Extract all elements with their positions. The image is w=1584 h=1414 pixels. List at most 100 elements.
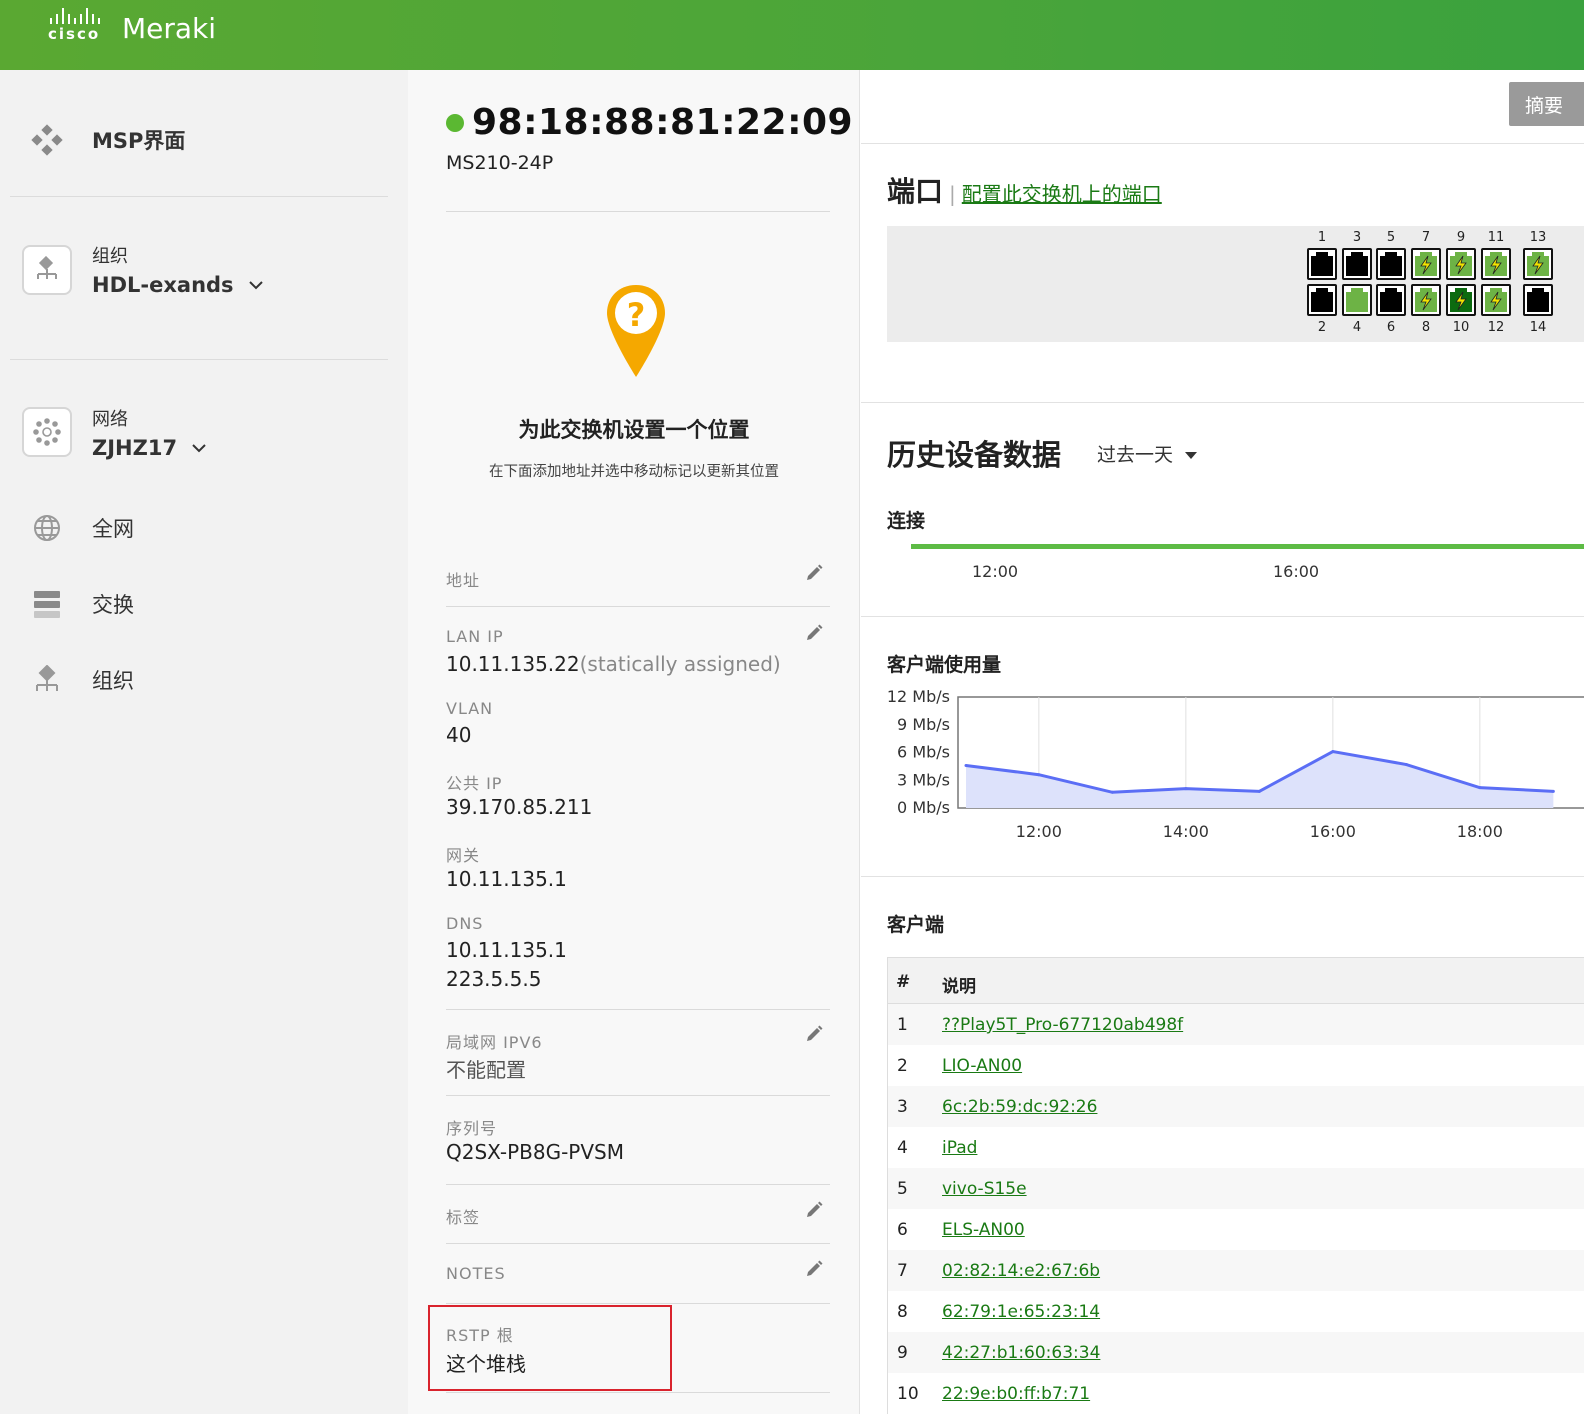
connectivity-bar[interactable] bbox=[911, 544, 1584, 549]
serial-value: Q2SX-PB8G-PVSM bbox=[446, 1140, 624, 1164]
port-1[interactable] bbox=[1307, 248, 1337, 280]
data-point bbox=[1331, 750, 1335, 754]
data-point bbox=[1551, 789, 1555, 793]
cisco-meraki-logo[interactable]: cisco Meraki bbox=[48, 8, 216, 45]
port-14[interactable] bbox=[1523, 284, 1553, 316]
sidebar-item-label: 组织 bbox=[92, 669, 134, 693]
summary-button[interactable]: 摘要 bbox=[1509, 82, 1584, 126]
data-point bbox=[1478, 786, 1482, 790]
table-header: # 说明 bbox=[888, 958, 1584, 1004]
y-tick-label: 0 Mb/s bbox=[897, 798, 950, 817]
time-range-dropdown[interactable]: 过去一天 bbox=[1097, 440, 1198, 467]
port-number-label: 12 bbox=[1487, 320, 1505, 335]
table-row[interactable]: 2 LIO-AN00 bbox=[888, 1045, 1584, 1086]
time-range-value: 过去一天 bbox=[1097, 444, 1174, 466]
sidebar-item-label: 全网 bbox=[92, 517, 134, 541]
table-row[interactable]: 7 02:82:14:e2:67:6b bbox=[888, 1250, 1584, 1291]
sidebar-item-network-wide[interactable]: 全网 bbox=[0, 508, 408, 548]
divider bbox=[446, 1303, 830, 1304]
divider bbox=[446, 606, 830, 607]
port-number-label: 14 bbox=[1529, 320, 1547, 335]
poe-port-icon bbox=[1450, 252, 1472, 276]
table-row[interactable]: 9 42:27:b1:60:63:34 bbox=[888, 1332, 1584, 1373]
column-header-description[interactable]: 说明 bbox=[942, 972, 976, 997]
port-9[interactable] bbox=[1446, 248, 1476, 280]
dns-value-primary: 10.11.135.1 bbox=[446, 938, 567, 962]
configure-ports-link[interactable]: 配置此交换机上的端口 bbox=[962, 178, 1162, 207]
edit-notes-pencil-icon[interactable] bbox=[804, 1259, 824, 1279]
sidebar-item-label: MSP界面 bbox=[92, 129, 186, 153]
data-point bbox=[964, 763, 968, 767]
port-6[interactable] bbox=[1376, 284, 1406, 316]
gateway-label: 网关 bbox=[446, 846, 481, 865]
client-number: 10 bbox=[897, 1384, 919, 1404]
edit-tags-pencil-icon[interactable] bbox=[804, 1200, 824, 1220]
network-name: ZJHZ17 bbox=[92, 436, 178, 460]
client-number: 8 bbox=[897, 1302, 908, 1322]
client-link[interactable]: 22:9e:b0:ff:b7:71 bbox=[942, 1384, 1090, 1404]
edit-ipv6-pencil-icon[interactable] bbox=[804, 1024, 824, 1044]
msp-icon bbox=[28, 121, 66, 159]
cisco-wordmark: cisco bbox=[48, 25, 101, 43]
port-number-label: 2 bbox=[1317, 320, 1327, 335]
table-row[interactable]: 10 22:9e:b0:ff:b7:71 bbox=[888, 1373, 1584, 1414]
data-point bbox=[1257, 789, 1261, 793]
client-link[interactable]: 42:27:b1:60:63:34 bbox=[942, 1343, 1100, 1363]
client-usage-chart[interactable]: 12:00 14:00 16:00 18:00 12 Mb/s 9 Mb/s 6 Mb/s 3… bbox=[861, 680, 1584, 840]
table-row[interactable]: 8 62:79:1e:65:23:14 bbox=[888, 1291, 1584, 1332]
divider bbox=[861, 402, 1584, 403]
client-link[interactable]: iPad bbox=[942, 1138, 977, 1158]
client-link[interactable]: LIO-AN00 bbox=[942, 1056, 1022, 1076]
port-10[interactable] bbox=[1446, 284, 1476, 316]
location-title: 为此交换机设置一个位置 bbox=[518, 418, 750, 442]
table-row[interactable]: 5 vivo-S15e bbox=[888, 1168, 1584, 1209]
port-3[interactable] bbox=[1342, 248, 1372, 280]
client-link[interactable]: vivo-S15e bbox=[942, 1179, 1027, 1199]
ethernet-port-icon bbox=[1346, 288, 1368, 312]
table-row[interactable]: 6 ELS-AN00 bbox=[888, 1209, 1584, 1250]
column-header-number[interactable]: # bbox=[896, 972, 910, 992]
client-link[interactable]: ??Play5T_Pro-677120ab498f bbox=[942, 1015, 1183, 1035]
client-link[interactable]: ELS-AN00 bbox=[942, 1220, 1025, 1240]
sidebar-item-organization[interactable]: 组织 bbox=[0, 660, 408, 700]
client-link[interactable]: 6c:2b:59:dc:92:26 bbox=[942, 1097, 1097, 1117]
location-pin-icon[interactable]: ? bbox=[604, 282, 668, 380]
sidebar-item-msp[interactable]: MSP界面 bbox=[0, 120, 408, 160]
divider bbox=[446, 1095, 830, 1096]
y-tick-label: 3 Mb/s bbox=[897, 770, 950, 789]
edit-address-pencil-icon[interactable] bbox=[804, 563, 824, 583]
divider bbox=[861, 876, 1584, 877]
port-8[interactable] bbox=[1411, 284, 1441, 316]
port-5[interactable] bbox=[1376, 248, 1406, 280]
divider bbox=[10, 196, 388, 197]
dns-label: DNS bbox=[446, 914, 484, 933]
clients-table: # 说明 1 ??Play5T_Pro-677120ab498f 2 LIO-AN00… bbox=[887, 957, 1584, 1414]
table-row[interactable]: 4 iPad bbox=[888, 1127, 1584, 1168]
sidebar-item-switch[interactable]: 交换 bbox=[0, 584, 408, 624]
public-ip-label: 公共 IP bbox=[446, 774, 503, 793]
y-tick-label: 6 Mb/s bbox=[897, 743, 950, 762]
port-4[interactable] bbox=[1342, 284, 1372, 316]
poe-port-icon bbox=[1485, 288, 1507, 312]
x-tick-label: 18:00 bbox=[1457, 822, 1503, 840]
sidebar-item-label: 交换 bbox=[92, 593, 134, 617]
client-link[interactable]: 62:79:1e:65:23:14 bbox=[942, 1302, 1100, 1322]
history-title: 历史设备数据 bbox=[887, 438, 1062, 472]
lan-ip-value: 10.11.135.22(statically assigned) bbox=[446, 652, 781, 676]
edit-lan-ip-pencil-icon[interactable] bbox=[804, 623, 824, 643]
port-2[interactable] bbox=[1307, 284, 1337, 316]
port-11[interactable] bbox=[1481, 248, 1511, 280]
client-number: 6 bbox=[897, 1220, 908, 1240]
port-7[interactable] bbox=[1411, 248, 1441, 280]
divider bbox=[861, 143, 1584, 144]
table-row[interactable]: 3 6c:2b:59:dc:92:26 bbox=[888, 1086, 1584, 1127]
public-ip-value: 39.170.85.211 bbox=[446, 795, 593, 819]
port-12[interactable] bbox=[1481, 284, 1511, 316]
port-13[interactable] bbox=[1523, 248, 1553, 280]
client-link[interactable]: 02:82:14:e2:67:6b bbox=[942, 1261, 1100, 1281]
top-bar: cisco Meraki bbox=[0, 0, 1584, 70]
organization-icon bbox=[22, 245, 72, 295]
table-row[interactable]: 1 ??Play5T_Pro-677120ab498f bbox=[888, 1004, 1584, 1045]
ports-header: 端口 | 配置此交换机上的端口 bbox=[887, 170, 1162, 210]
chevron-down-icon bbox=[192, 444, 206, 453]
